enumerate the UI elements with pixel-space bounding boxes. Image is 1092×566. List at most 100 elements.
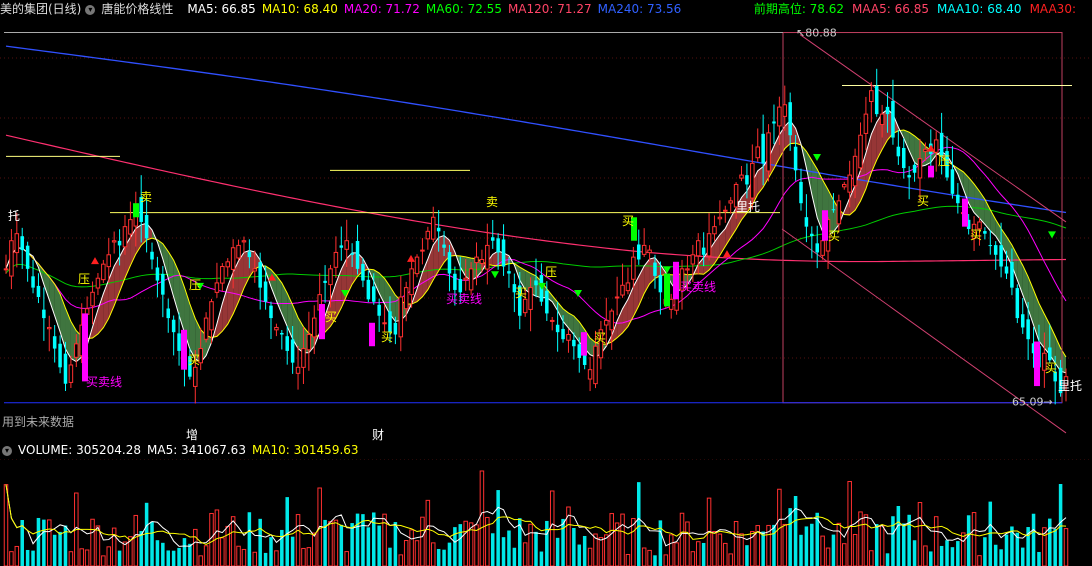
- candle-body: [896, 146, 901, 157]
- price-chart[interactable]: 卖卖里托买买买 买买买买买买买托压 压压压买卖线买卖线买卖线里托↖80.8865.0…: [0, 18, 1092, 440]
- volume-bar: [825, 547, 831, 566]
- annotation-label: 压: [78, 272, 90, 286]
- volume-bar: [577, 544, 582, 566]
- stock-title[interactable]: 美的集团(日线): [0, 2, 81, 16]
- volume-bar: [799, 534, 803, 566]
- volume-header: ▾ VOLUME: 305204.28 MA5: 341067.63 MA10: 30…: [0, 441, 365, 459]
- volume-bar: [663, 554, 669, 566]
- candle-body: [658, 274, 663, 293]
- candle-body: [1004, 266, 1009, 274]
- volume-bar: [333, 519, 339, 566]
- cai-marker: 财: [372, 428, 385, 442]
- candle-body: [933, 139, 939, 153]
- candle-body: [393, 322, 398, 335]
- candle-body: [58, 343, 62, 368]
- volume-bar: [90, 518, 95, 566]
- volume-chart[interactable]: [0, 459, 1092, 566]
- indicator-name[interactable]: 唐能价格线性: [101, 2, 173, 16]
- annotation-label: 压: [938, 154, 950, 168]
- ma-legend-item: MA60: 72.55: [425, 2, 502, 16]
- candle-body: [917, 158, 923, 179]
- candle-body: [31, 276, 35, 288]
- annotation-label: 卖: [140, 190, 152, 204]
- signal-bar: [133, 203, 139, 218]
- candle-body: [361, 263, 365, 281]
- volume-bar: [820, 535, 825, 566]
- volume-bar: [549, 490, 555, 566]
- volume-bar: [171, 550, 176, 566]
- volume-bar: [690, 551, 696, 566]
- candle-body: [863, 113, 869, 134]
- candle-body: [1020, 314, 1025, 328]
- candle-body: [479, 258, 485, 264]
- chevron-down-icon[interactable]: ▾: [2, 445, 12, 456]
- candle-body: [847, 174, 852, 193]
- volume-bar: [52, 534, 57, 566]
- candle-body: [501, 239, 506, 267]
- volume-bar: [512, 547, 517, 566]
- volume-bar: [344, 551, 349, 566]
- candle-body: [507, 271, 511, 274]
- signal-bar: [581, 332, 587, 356]
- candle-body: [144, 215, 149, 239]
- candle-body: [203, 317, 209, 340]
- candle-body: [804, 217, 809, 227]
- candle-body: [177, 333, 181, 351]
- down-arrow-icon: [813, 153, 821, 161]
- candle-body: [355, 240, 360, 269]
- volume-bar: [528, 523, 533, 566]
- ma-band: [460, 255, 466, 277]
- candle-body: [220, 266, 225, 284]
- volume-bar: [101, 555, 106, 566]
- volume-value: VOLUME: 305204.28: [18, 443, 141, 457]
- ma-band: [811, 160, 818, 218]
- volume-bar: [956, 541, 960, 566]
- candle-body: [377, 304, 381, 316]
- candle-body: [891, 100, 895, 138]
- volume-bar: [490, 533, 495, 566]
- annotation-label: 买: [622, 214, 634, 228]
- volume-bar: [68, 551, 74, 566]
- candle-body: [999, 245, 1003, 267]
- volume-bar: [685, 521, 690, 566]
- volume-bar: [1031, 513, 1036, 566]
- volume-bar: [668, 534, 674, 566]
- candle-body: [912, 164, 917, 173]
- volume-bar: [793, 496, 798, 566]
- candle-body: [620, 284, 625, 296]
- candle-body: [458, 279, 463, 293]
- candle-body: [63, 353, 68, 384]
- volume-bar: [474, 524, 479, 566]
- volume-bar: [545, 520, 549, 566]
- chevron-down-icon[interactable]: ▾: [85, 4, 96, 15]
- volume-bar: [220, 537, 225, 566]
- volume-bar: [522, 542, 528, 566]
- annotation-label: 买: [515, 286, 527, 300]
- candle-body: [723, 209, 728, 212]
- volume-bar: [425, 499, 431, 566]
- volume-bar: [917, 502, 923, 566]
- volume-bar: [241, 548, 247, 566]
- right-legend-item: MAA5: 66.85: [852, 2, 929, 16]
- candle-body: [587, 369, 593, 380]
- candle-body: [1048, 347, 1052, 361]
- signal-bar: [664, 273, 670, 307]
- candle-body: [9, 240, 14, 277]
- volume-bar: [230, 516, 236, 566]
- annotation-label: 卖: [486, 195, 498, 209]
- signal-bar: [673, 261, 679, 300]
- signal-bar: [928, 165, 934, 178]
- ma-legend-item: MA10: 68.40: [261, 2, 338, 16]
- right-legend-item: 前期高位: 78.62: [753, 2, 845, 16]
- volume-bar: [950, 547, 955, 566]
- ma-legend-item: MA120: 71.27: [507, 2, 592, 16]
- volume-bar: [674, 542, 679, 566]
- ma-legend: MA5: 66.85 MA10: 68.40 MA20: 71.72 MA60: 72…: [187, 2, 687, 16]
- volume-bar: [25, 549, 30, 566]
- volume-bar: [933, 516, 939, 566]
- volume-bar: [555, 537, 560, 566]
- candle-body: [214, 282, 220, 293]
- volume-bar: [945, 540, 949, 566]
- volume-bar: [414, 540, 420, 566]
- volume-bar: [155, 540, 160, 566]
